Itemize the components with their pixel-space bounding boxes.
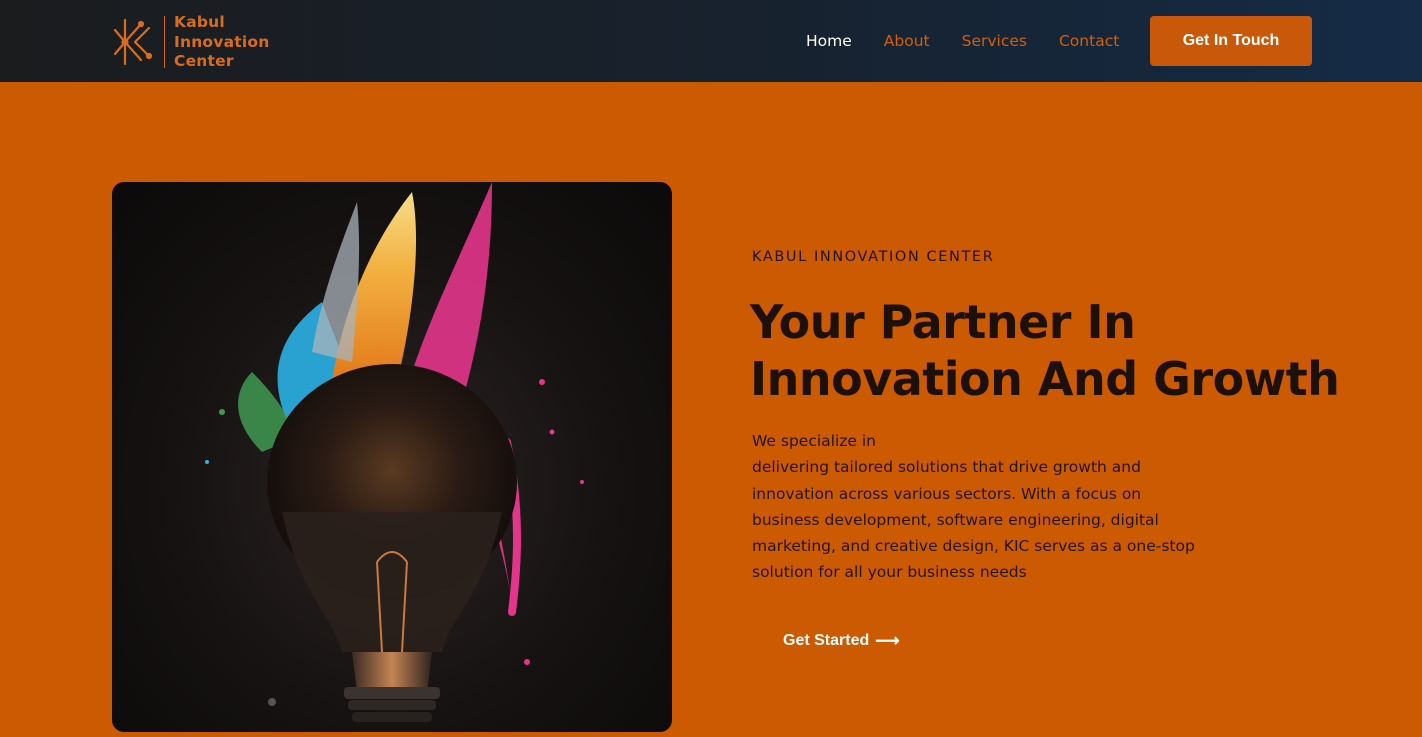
get-started-button[interactable]: Get Started ⟶	[783, 632, 900, 650]
hero-description-line: solution for all your business needs	[752, 563, 1027, 582]
hero-image	[112, 182, 672, 732]
kic-logo-icon	[113, 19, 153, 66]
brand-name: Kabul Innovation Center	[174, 13, 269, 72]
get-in-touch-button[interactable]: Get In Touch	[1150, 16, 1312, 66]
nav-link-home[interactable]: Home	[806, 30, 852, 52]
arrow-right-icon: ⟶	[875, 631, 900, 650]
hero-description-line: delivering tailored solutions that drive…	[752, 458, 1141, 477]
main-nav: Home About Services Contact	[806, 30, 1151, 52]
nav-link-about[interactable]: About	[884, 30, 930, 52]
hero-headline-line2: Innovation And Growth	[750, 352, 1340, 406]
hero-description-line: innovation across various sectors. With …	[752, 484, 1142, 503]
hero-description-line: business development, software engineeri…	[752, 510, 1159, 529]
lightbulb-paint-splash-icon	[205, 182, 584, 722]
hero-description-line: We specialize in	[752, 432, 876, 450]
hero-description: We specialize in delivering tailored sol…	[752, 428, 1202, 586]
hero-eyebrow: KABUL INNOVATION CENTER	[752, 249, 995, 265]
top-navbar: Kabul Innovation Center Home About Servi…	[0, 0, 1422, 82]
brand-name-line2: Innovation	[174, 32, 270, 51]
brand-logo[interactable]: Kabul Innovation Center	[111, 13, 269, 72]
brand-name-line3: Center	[174, 52, 234, 70]
hero-description-line: marketing, and creative design, KIC serv…	[752, 537, 1195, 556]
hero-headline: Your Partner In Innovation And Growth	[750, 294, 1370, 408]
hero-headline-line1: Your Partner In	[750, 295, 1136, 349]
get-started-label: Get Started	[783, 632, 870, 649]
nav-link-contact[interactable]: Contact	[1059, 30, 1119, 52]
logo-divider	[164, 16, 165, 69]
brand-name-line1: Kabul	[174, 13, 225, 31]
nav-link-services[interactable]: Services	[962, 30, 1027, 52]
